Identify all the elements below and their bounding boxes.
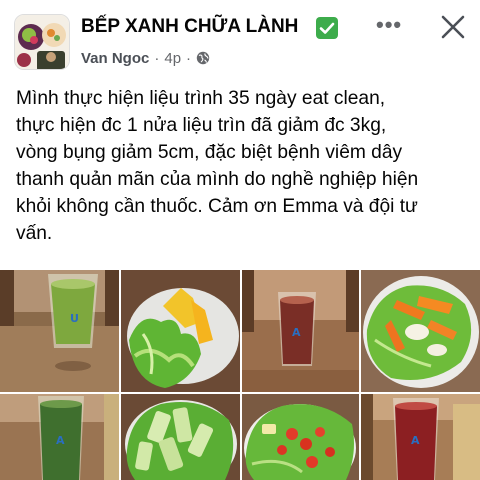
photo-red-juice[interactable]: A — [242, 270, 359, 392]
post-text-line: vấn. — [16, 223, 53, 244]
photo-red-juice[interactable]: A — [361, 394, 480, 480]
post-time[interactable]: 4p — [164, 50, 181, 67]
globe-icon — [196, 51, 210, 65]
photo-carrot-salad[interactable] — [361, 270, 480, 392]
close-icon[interactable] — [440, 14, 466, 40]
post-meta: Van Ngoc · 4p · — [81, 48, 210, 68]
meta-separator: · — [186, 49, 192, 67]
photo-cucumber-salad[interactable] — [121, 394, 240, 480]
photo-grid: U A A A — [0, 270, 480, 480]
post-body-text: Mình thực hiện liệu trình 35 ngày eat cl… — [16, 85, 472, 247]
photo-green-juice[interactable]: U — [0, 270, 119, 392]
author-name[interactable]: Van Ngoc — [81, 50, 149, 67]
more-options-icon[interactable]: ••• — [376, 14, 402, 36]
post-text-line: vòng bụng giảm 5cm, đặc biệt bệnh viêm d… — [16, 142, 403, 163]
check-badge-icon — [316, 17, 338, 39]
meta-separator: · — [154, 49, 160, 67]
svg-text:A: A — [411, 434, 420, 447]
photo-lettuce-pepper[interactable] — [121, 270, 240, 392]
post-text-line: thực hiện đc 1 nửa liệu trìn đã giảm đc … — [16, 115, 387, 136]
post-header: BẾP XANH CHỮA LÀNH ••• Van Ngoc · 4p · — [0, 0, 480, 80]
post-text-line: khỏi không cần thuốc. Cảm ơn Emma và đội… — [16, 196, 418, 217]
group-name[interactable]: BẾP XANH CHỮA LÀNH — [81, 16, 298, 38]
group-avatar[interactable] — [14, 14, 70, 70]
svg-text:A: A — [292, 326, 301, 339]
photo-tomato-salad[interactable] — [242, 394, 359, 480]
svg-text:U: U — [70, 312, 79, 325]
photo-green-juice[interactable]: A — [0, 394, 119, 480]
post-text-line: thanh quản mãn của mình do nghề nghiệp h… — [16, 169, 419, 190]
post-text-line: Mình thực hiện liệu trình 35 ngày eat cl… — [16, 88, 386, 109]
svg-text:A: A — [56, 434, 65, 447]
